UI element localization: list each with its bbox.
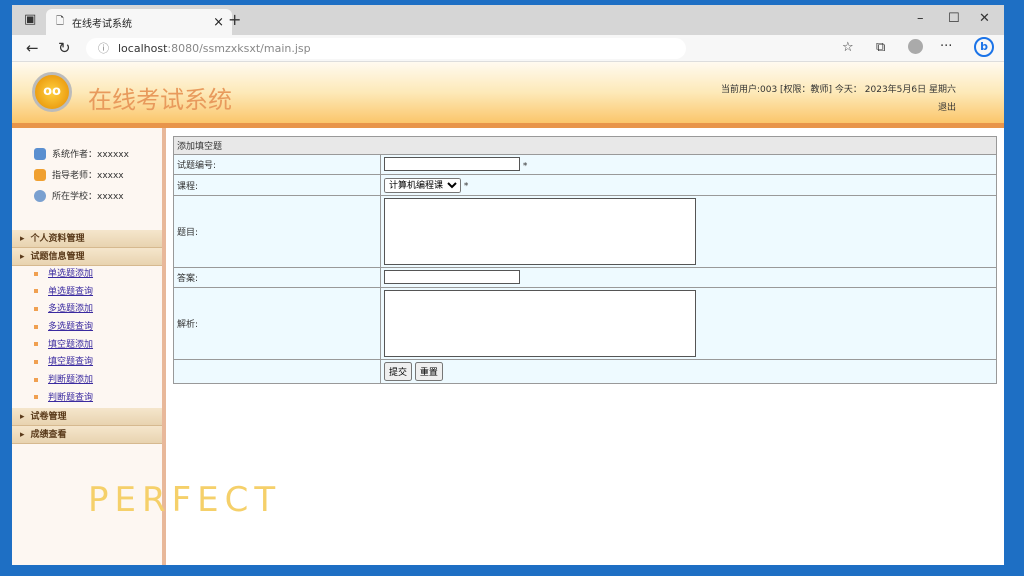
maximize-icon[interactable]: ☐ [948,11,960,26]
favorites-icon[interactable]: ☆ [842,40,854,55]
required-mark: * [522,161,528,172]
info-text: 所在学校：xxxxx [52,192,124,202]
users-icon [34,147,46,160]
submenu-item[interactable]: 填空题查询 [12,354,162,372]
submenu-item[interactable]: 单选题添加 [12,266,162,284]
submenu-link[interactable]: 填空题添加 [48,340,93,350]
bullet-icon [34,271,38,276]
address-bar-row: ← ↻ ⓘ localhost:8080/ssmzxksxt/main.jsp ☆… [12,35,1004,62]
tab-bar: ▣ 🗋 在线考试系统 × + – ☐ ✕ [12,5,1004,35]
menu-label: 成绩查看 [30,429,67,440]
teacher-info: 指导老师：xxxxx [12,164,162,185]
submenu-link[interactable]: 多选题查询 [48,322,93,332]
reset-button[interactable]: 重置 [414,362,443,381]
menu-scores[interactable]: ▸ 成绩查看 [12,425,162,444]
submenu-link[interactable]: 判断题查询 [48,393,93,403]
tab-title: 在线考试系统 [72,18,133,30]
close-tab-icon[interactable]: × [213,15,224,30]
page-icon: 🗋 [56,15,65,27]
submenu-item[interactable]: 多选题添加 [12,301,162,319]
info-icon: ⓘ [98,42,109,55]
close-window-icon[interactable]: ✕ [979,11,990,26]
bullet-icon [34,395,38,400]
submenu-link[interactable]: 填空题查询 [48,357,93,367]
bullet-icon [34,289,38,294]
bullet-icon [34,377,38,382]
content-area: 添加填空题 试题编号: * 课程: 计算机编程课 * 题目: 答案: 解析: 提交… [173,136,997,384]
sidebar-toggle-icon[interactable]: ▣ [24,12,36,27]
profile-avatar[interactable] [908,39,923,54]
submenu-item[interactable]: 填空题添加 [12,337,162,355]
menu-personal[interactable]: ▸ 个人资料管理 [12,230,162,248]
user-info: 当前用户:003 [权限：教师] 今天： 2023年5月6日 星期六 [720,85,956,95]
site-header: oo 在线考试系统 当前用户:003 [权限：教师] 今天： 2023年5月6日… [12,62,1004,128]
submenu-item[interactable]: 单选题查询 [12,284,162,302]
school-info: 所在学校：xxxxx [12,185,162,206]
back-icon[interactable]: ← [26,39,39,57]
clock-icon [34,189,46,202]
question-textarea[interactable] [384,198,696,265]
bing-icon[interactable]: b [974,37,994,57]
bullet-icon [34,342,38,347]
url-path: :8080/ssmzxksxt/main.jsp [167,42,311,55]
menu-label: 试卷管理 [30,411,67,422]
submenu-item[interactable]: 判断题查询 [12,390,162,408]
menu-questions[interactable]: ▸ 试题信息管理 [12,248,162,266]
question-label: 题目: [173,195,381,268]
bullet-icon [34,306,38,311]
info-text: 系统作者：xxxxxx [52,150,129,160]
required-mark: * [463,181,469,191]
bullet-icon [34,324,38,329]
bullet-icon [34,359,38,364]
submenu-link[interactable]: 单选题添加 [48,269,93,279]
url-host: localhost [118,42,168,55]
form-title: 添加填空题 [173,136,997,155]
url-input[interactable]: ⓘ localhost:8080/ssmzxksxt/main.jsp [86,38,686,59]
perfect-sticker: PERFECT [88,480,282,520]
id-label: 试题编号: [173,154,381,175]
collections-icon[interactable]: ⧉ [876,40,885,55]
site-title: 在线考试系统 [88,86,232,114]
menu-label: 试题信息管理 [30,252,85,262]
menu-label: 个人资料管理 [30,234,85,244]
submenu-link[interactable]: 判断题添加 [48,375,93,385]
analysis-label: 解析: [173,287,381,360]
browser-tab[interactable]: 🗋 在线考试系统 × [46,9,232,35]
add-fill-question-form: 添加填空题 试题编号: * 课程: 计算机编程课 * 题目: 答案: 解析: 提交… [173,136,997,384]
submit-button[interactable]: 提交 [384,362,413,381]
new-tab-icon[interactable]: + [228,10,241,29]
refresh-icon[interactable]: ↻ [58,39,71,57]
submenu-item[interactable]: 多选题查询 [12,319,162,337]
logout-link[interactable]: 退出 [938,100,956,113]
analysis-textarea[interactable] [384,290,696,357]
teacher-icon [34,168,46,181]
info-text: 指导老师：xxxxx [52,171,124,181]
submenu-link[interactable]: 单选题查询 [48,287,93,297]
course-label: 课程: [173,174,381,196]
submenu-link[interactable]: 多选题添加 [48,304,93,314]
author-info: 系统作者：xxxxxx [12,143,162,164]
submenu-item[interactable]: 判断题添加 [12,372,162,390]
more-icon[interactable]: ··· [940,39,952,54]
question-id-input[interactable] [384,157,520,172]
minimize-icon[interactable]: – [917,11,924,26]
course-select[interactable]: 计算机编程课 [384,177,461,193]
logo-icon: oo [32,72,72,112]
answer-label: 答案: [173,267,381,288]
menu-papers[interactable]: ▸ 试卷管理 [12,407,162,426]
answer-input[interactable] [384,270,520,285]
